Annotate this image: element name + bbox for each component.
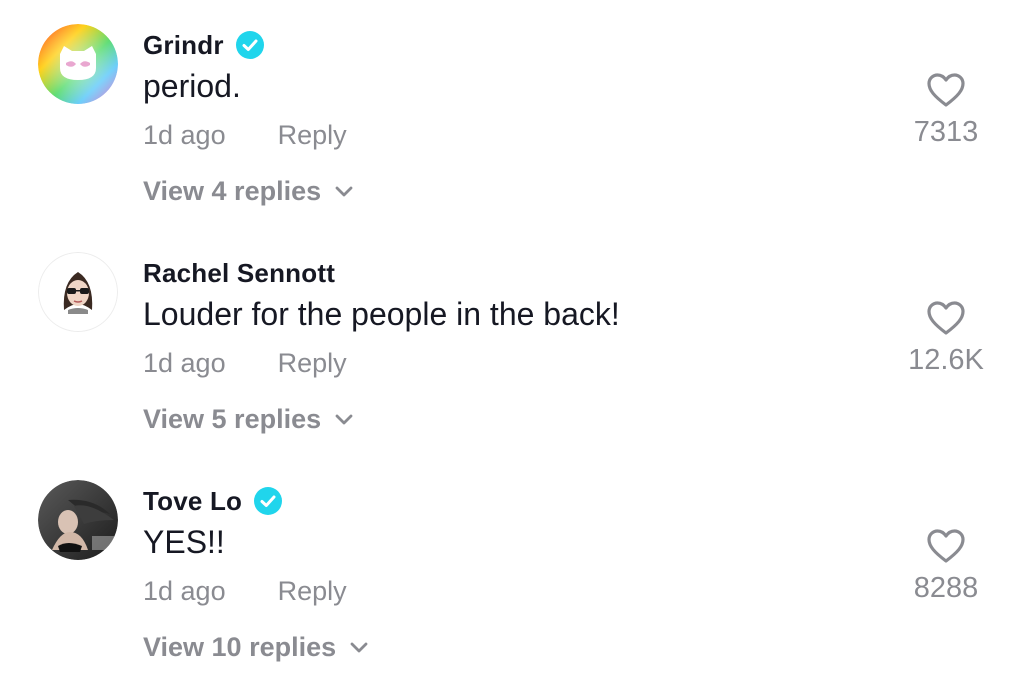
reply-button[interactable]: Reply — [278, 576, 347, 607]
verified-badge-icon — [254, 487, 283, 515]
reply-button[interactable]: Reply — [278, 120, 347, 151]
comment-item: Tove Lo YES!! 1d ago Reply View 10 repli… — [0, 456, 1032, 684]
view-replies-button[interactable]: View 10 replies — [143, 632, 368, 663]
chevron-down-icon — [335, 186, 353, 196]
heart-outline-icon — [927, 529, 965, 563]
view-replies-label: View 10 replies — [143, 632, 337, 662]
view-replies-label: View 4 replies — [143, 176, 322, 206]
comment-text: Louder for the people in the back! — [143, 296, 620, 332]
comment-timestamp: 1d ago — [143, 348, 226, 378]
comment-timestamp: 1d ago — [143, 576, 226, 606]
avatar-grindr[interactable] — [38, 24, 118, 104]
like-count: 7313 — [913, 116, 979, 148]
comment-text: period. — [143, 68, 241, 104]
chevron-down-icon — [335, 414, 353, 424]
user-photo-icon — [38, 252, 118, 332]
username[interactable]: Rachel Sennott — [143, 258, 335, 289]
view-replies-label: View 5 replies — [143, 404, 322, 434]
like-button[interactable]: 8288 — [896, 528, 996, 605]
like-count: 8288 — [913, 572, 979, 604]
username[interactable]: Tove Lo — [143, 486, 242, 517]
like-button[interactable]: 7313 — [896, 72, 996, 149]
verified-badge-icon — [235, 31, 264, 59]
avatar-tove-lo[interactable] — [38, 480, 118, 560]
comment-timestamp: 1d ago — [143, 120, 226, 150]
comment-item: Grindr period. 1d ago Reply View 4 repli… — [0, 0, 1032, 228]
chevron-down-icon — [350, 642, 368, 652]
username[interactable]: Grindr — [143, 30, 224, 61]
view-replies-button[interactable]: View 5 replies — [143, 404, 353, 435]
like-count: 12.6K — [908, 344, 984, 376]
user-photo-icon — [38, 480, 118, 560]
comment-item: Rachel Sennott Louder for the people in … — [0, 228, 1032, 456]
like-button[interactable]: 12.6K — [896, 300, 996, 377]
heart-outline-icon — [927, 301, 965, 335]
avatar-rachel-sennott[interactable] — [38, 252, 118, 332]
view-replies-button[interactable]: View 4 replies — [143, 176, 353, 207]
grindr-logo-icon — [38, 24, 118, 104]
heart-outline-icon — [927, 73, 965, 107]
reply-button[interactable]: Reply — [278, 348, 347, 379]
comment-text: YES!! — [143, 524, 225, 560]
